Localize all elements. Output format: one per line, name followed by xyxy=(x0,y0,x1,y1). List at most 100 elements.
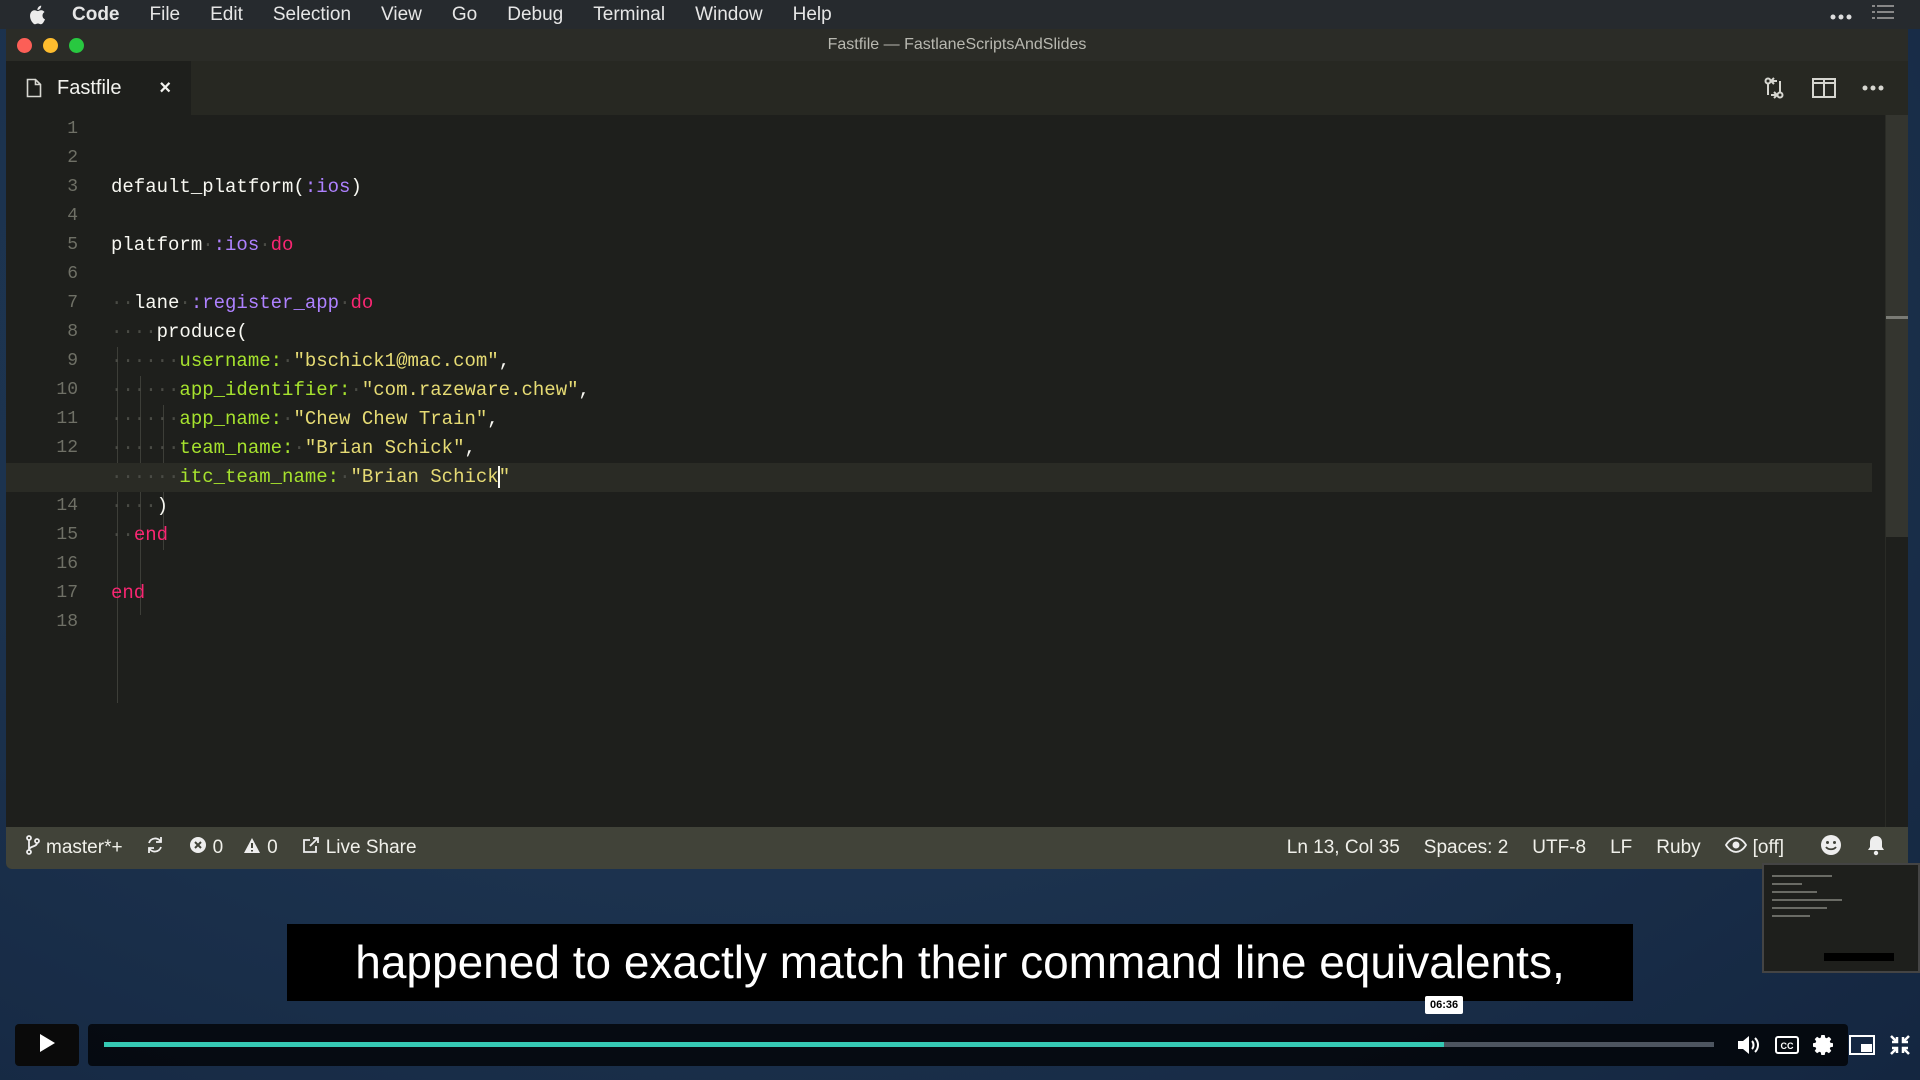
bell-icon xyxy=(1866,834,1886,862)
status-bar: master*+ 0 0 Live Share Ln 13, Col 35 Sp… xyxy=(6,827,1908,869)
code-token-string: "com.razeware.chew" xyxy=(361,379,579,401)
play-button[interactable] xyxy=(15,1024,79,1066)
svg-text:CC: CC xyxy=(1781,1041,1794,1051)
language-mode[interactable]: Ruby xyxy=(1644,837,1712,859)
menu-terminal[interactable]: Terminal xyxy=(578,4,680,26)
tab-bar: Fastfile × xyxy=(6,61,1908,115)
code-content[interactable]: default_platform(:ios) platform·:ios·do … xyxy=(6,115,1872,637)
thumbnail-preview xyxy=(1762,863,1920,973)
code-token-string: "Brian Schick xyxy=(350,466,499,488)
split-editor-icon[interactable] xyxy=(1812,77,1836,99)
line-number: 12 xyxy=(56,438,78,458)
code-token-key: username: xyxy=(179,350,283,372)
code-token-symbol: :ios xyxy=(304,176,351,198)
tab-label: Fastfile xyxy=(57,76,122,99)
menu-help[interactable]: Help xyxy=(778,4,847,26)
menu-go[interactable]: Go xyxy=(437,4,492,26)
video-caption: happened to exactly match their command … xyxy=(287,924,1633,1001)
code-line-13-active: ······itc_team_name:·"Brian Schick" xyxy=(6,463,1872,492)
play-icon xyxy=(38,1033,56,1058)
error-count: 0 xyxy=(212,837,224,858)
code-token-symbol: :ios xyxy=(213,234,260,256)
code-token: default_platform( xyxy=(111,176,305,198)
picture-in-picture-icon[interactable] xyxy=(1849,1034,1875,1056)
branch-name: master*+ xyxy=(46,837,123,858)
sync-button[interactable] xyxy=(135,835,177,861)
line-number: 4 xyxy=(67,206,78,226)
scrollbar-cursor-marker xyxy=(1886,316,1908,319)
smiley-icon xyxy=(1820,834,1842,862)
end-of-line[interactable]: LF xyxy=(1598,837,1644,859)
code-token-string: "Brian Schick" xyxy=(304,437,465,459)
scrollbar-thumb[interactable] xyxy=(1886,115,1908,537)
line-number: 2 xyxy=(67,148,78,168)
volume-icon[interactable] xyxy=(1736,1033,1762,1057)
code-token: , xyxy=(498,350,511,372)
feedback-button[interactable] xyxy=(1796,834,1854,862)
exit-fullscreen-icon[interactable] xyxy=(1888,1033,1912,1057)
code-token-string: "Chew Chew Train" xyxy=(293,408,488,430)
warning-count: 0 xyxy=(267,837,278,858)
code-token-string: "bschick1@mac.com" xyxy=(293,350,499,372)
code-line-7: ··lane·:register_app·do xyxy=(111,292,374,314)
tab-fastfile[interactable]: Fastfile × xyxy=(6,61,191,115)
encoding[interactable]: UTF-8 xyxy=(1520,837,1598,859)
code-line-11: ······app_name:·"Chew Chew Train", xyxy=(111,408,499,430)
status-bar-right: Ln 13, Col 35 Spaces: 2 UTF-8 LF Ruby [o… xyxy=(1275,834,1908,862)
settings-gear-icon[interactable] xyxy=(1812,1033,1836,1057)
menu-selection[interactable]: Selection xyxy=(258,4,366,26)
seek-time-tooltip: 06:36 xyxy=(1425,996,1464,1014)
code-token-string: " xyxy=(498,466,511,488)
apple-icon[interactable] xyxy=(26,3,50,27)
menu-window[interactable]: Window xyxy=(680,4,778,26)
watch-status: [off] xyxy=(1752,837,1784,858)
indentation[interactable]: Spaces: 2 xyxy=(1412,837,1521,859)
code-line-12: ······team_name:·"Brian Schick", xyxy=(111,437,476,459)
menu-view[interactable]: View xyxy=(366,4,437,26)
seek-bar-progress xyxy=(104,1042,1444,1047)
open-changes-icon[interactable] xyxy=(1762,76,1786,100)
menu-app-name[interactable]: Code xyxy=(72,4,135,26)
sync-icon xyxy=(145,835,165,861)
editor-actions xyxy=(1762,61,1902,115)
menu-debug[interactable]: Debug xyxy=(492,4,578,26)
live-share-icon xyxy=(302,836,320,860)
menu-edit[interactable]: Edit xyxy=(195,4,258,26)
line-number: 3 xyxy=(67,177,78,197)
problems-indicator[interactable]: 0 0 xyxy=(177,836,290,860)
code-editor[interactable]: 1 2 3 4 5 6 7 8 9 10 11 12 13 14 15 16 1… xyxy=(6,115,1908,827)
line-number: 18 xyxy=(56,612,78,632)
player-actions: CC xyxy=(1736,1030,1912,1060)
vertical-scrollbar[interactable] xyxy=(1885,115,1908,827)
code-line-3: default_platform(:ios) xyxy=(111,173,1872,202)
line-number: 16 xyxy=(56,554,78,574)
git-branch[interactable]: master*+ xyxy=(6,835,135,861)
code-token: platform xyxy=(111,234,203,256)
notifications-button[interactable] xyxy=(1854,834,1908,862)
closed-captions-icon[interactable]: CC xyxy=(1775,1035,1799,1055)
code-token: , xyxy=(487,408,499,430)
code-token-keyword: end xyxy=(133,524,169,546)
menu-file[interactable]: File xyxy=(135,4,196,26)
watch-toggle[interactable]: [off] xyxy=(1713,837,1796,859)
code-line-17: end xyxy=(111,579,1872,608)
line-number: 15 xyxy=(56,525,78,545)
editor-window: Fastfile — FastlaneScriptsAndSlides Fast… xyxy=(6,29,1908,869)
live-share-button[interactable]: Live Share xyxy=(290,836,429,860)
window-title: Fastfile — FastlaneScriptsAndSlides xyxy=(827,36,1087,53)
file-icon xyxy=(26,78,42,98)
close-icon[interactable]: × xyxy=(159,77,171,100)
code-token-keyword: end xyxy=(111,582,146,604)
line-number: 10 xyxy=(56,380,78,400)
list-icon[interactable] xyxy=(1872,4,1894,26)
more-actions-icon[interactable] xyxy=(1862,85,1884,91)
code-line-15: ··end xyxy=(111,524,169,546)
live-share-label: Live Share xyxy=(325,837,417,858)
more-dots-icon[interactable] xyxy=(1830,4,1852,26)
cursor-position[interactable]: Ln 13, Col 35 xyxy=(1275,837,1412,859)
